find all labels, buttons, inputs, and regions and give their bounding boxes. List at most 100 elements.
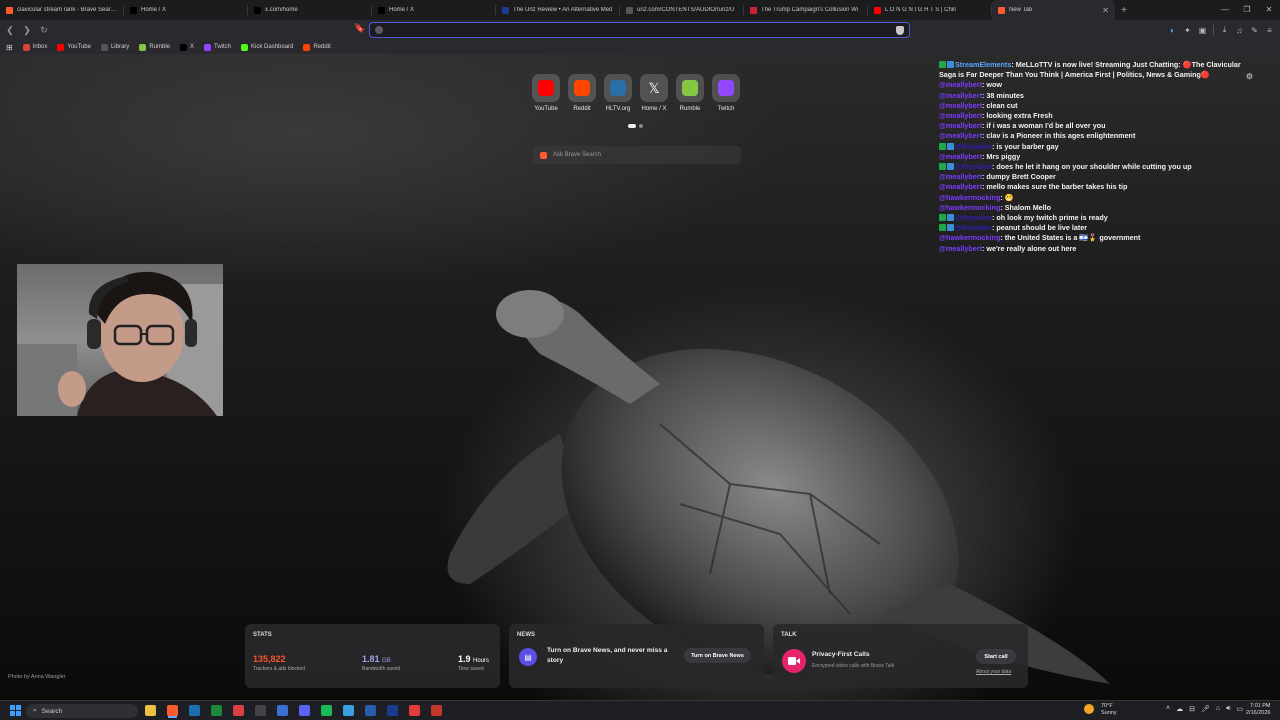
chat-message: @hawkermocking: Shalom Mello bbox=[939, 203, 1279, 213]
tab-5[interactable]: The Unz Review • An Alternative Med bbox=[496, 0, 619, 20]
apps-grid-icon[interactable]: ⊞ bbox=[6, 43, 13, 52]
chat-text: looking extra Fresh bbox=[986, 111, 1053, 121]
back-icon[interactable]: ❮ bbox=[3, 25, 17, 36]
bandwidth-label: Bandwidth saved bbox=[362, 666, 401, 672]
bookmark-twitch[interactable]: Twitch bbox=[204, 43, 231, 51]
window-controls: — ❐ ✕ bbox=[1214, 0, 1280, 20]
brave-search-box[interactable]: Ask Brave Search bbox=[533, 146, 741, 164]
tab-title: The Trump Campaign's Collusion Wi bbox=[761, 7, 859, 13]
tray-chevron-icon[interactable]: ˄ bbox=[1166, 705, 1170, 713]
top-site-2[interactable]: Reddit bbox=[568, 74, 596, 112]
weather-widget[interactable]: 70°F Sunny bbox=[1084, 703, 1117, 717]
chat-message: @thepalier: peanut should be live later bbox=[939, 223, 1279, 233]
wallet-icon[interactable]: ◐ bbox=[1168, 26, 1177, 35]
steam-icon[interactable] bbox=[189, 705, 200, 716]
file-explorer-icon[interactable] bbox=[145, 705, 156, 716]
chat-badge-icon bbox=[939, 61, 946, 68]
tab-4[interactable]: Home / X bbox=[372, 0, 495, 20]
menu-icon[interactable]: ≡ bbox=[1265, 26, 1274, 35]
bookmark-youtube[interactable]: YouTube bbox=[57, 43, 91, 51]
app4-icon[interactable] bbox=[365, 705, 376, 716]
brave-icon[interactable] bbox=[167, 705, 178, 716]
bookmark-rumble[interactable]: Rumble bbox=[139, 43, 170, 51]
volume-icon[interactable]: 🔊︎ bbox=[1226, 705, 1230, 713]
tab-8[interactable]: L O N G N I G H T S | Chill bbox=[868, 0, 991, 20]
app2-icon[interactable] bbox=[277, 705, 288, 716]
brave-shields-icon[interactable] bbox=[896, 25, 904, 35]
brave-icon bbox=[998, 6, 1005, 14]
windows-start-icon[interactable] bbox=[10, 705, 21, 716]
spotify-icon[interactable] bbox=[321, 705, 332, 716]
pager-dot-active[interactable] bbox=[628, 124, 636, 128]
obs-icon[interactable] bbox=[255, 705, 266, 716]
tab-6[interactable]: unz.com/CONTENTS/AUDIO/runz/U bbox=[620, 0, 743, 20]
bookmark-favicon-icon bbox=[303, 43, 311, 51]
top-site-5[interactable]: Rumble bbox=[676, 74, 704, 112]
mic-icon[interactable]: 🎤︎ bbox=[1201, 705, 1210, 713]
top-sites: YouTube Reddit HLTV.org 𝕏 Home / X Rumble Twit… bbox=[532, 74, 740, 112]
photo-credit[interactable]: Photo by Anna Wangler bbox=[8, 674, 66, 680]
chat-badge-icon bbox=[947, 214, 954, 222]
chat-username: @thepalier bbox=[955, 162, 992, 172]
reload-icon[interactable]: ↻ bbox=[37, 25, 51, 36]
taskbar-search[interactable]: ⌕ Search bbox=[26, 704, 138, 718]
top-site-1[interactable]: YouTube bbox=[532, 74, 560, 112]
bookmark-icon[interactable]: 🔖 bbox=[354, 23, 365, 34]
discord-icon[interactable] bbox=[299, 705, 310, 716]
leo-icon[interactable]: ✎ bbox=[1250, 26, 1259, 35]
network-icon[interactable]: ⌂ bbox=[1216, 705, 1220, 713]
maximize-icon[interactable]: ❐ bbox=[1236, 0, 1258, 20]
extensions-icon[interactable]: ✦ bbox=[1183, 26, 1192, 35]
chat-settings-icon[interactable]: ⚙ bbox=[1246, 72, 1253, 82]
sidebar-icon[interactable]: ▣ bbox=[1198, 26, 1207, 35]
chat-username: @meallybert bbox=[939, 131, 982, 141]
top-site-6[interactable]: Twitch bbox=[712, 74, 740, 112]
about-your-data-link[interactable]: About your data bbox=[976, 669, 1011, 675]
app-icon[interactable] bbox=[233, 705, 244, 716]
chat-badge-icon bbox=[939, 163, 946, 171]
tab-1[interactable]: clavicular stream rank - Brave Search bbox=[0, 0, 123, 20]
downloads-icon[interactable]: ⤓ bbox=[1220, 25, 1229, 35]
bookmark-reddit[interactable]: Reddit bbox=[303, 43, 331, 51]
start-call-button[interactable]: Start call bbox=[976, 649, 1016, 664]
pager-dot[interactable] bbox=[639, 124, 643, 128]
close-window-icon[interactable]: ✕ bbox=[1258, 0, 1280, 20]
bookmark-x[interactable]: X bbox=[180, 43, 194, 51]
app6-icon[interactable] bbox=[409, 705, 420, 716]
tab-7[interactable]: The Trump Campaign's Collusion Wi bbox=[744, 0, 867, 20]
bookmark-library[interactable]: Library bbox=[100, 43, 129, 51]
top-sites-pager bbox=[628, 124, 643, 128]
top-site-3[interactable]: HLTV.org bbox=[604, 74, 632, 112]
media-icon[interactable]: ♫ bbox=[1235, 26, 1244, 35]
minimize-icon[interactable]: — bbox=[1214, 0, 1236, 20]
top-site-4[interactable]: 𝕏 Home / X bbox=[640, 74, 668, 112]
bookmark-inbox[interactable]: Inbox bbox=[22, 43, 47, 51]
chat-text: MeLLoTTV is now live! Streaming Just Cha… bbox=[1015, 60, 1241, 69]
battery-icon[interactable]: ▭ bbox=[1237, 705, 1244, 713]
tab-2[interactable]: Home / X bbox=[124, 0, 247, 20]
tab-strip: clavicular stream rank - Brave Search Hom… bbox=[0, 0, 1280, 20]
clock[interactable]: 7:01 PM 2/16/2026 bbox=[1246, 703, 1270, 717]
turn-on-news-button[interactable]: Turn on Brave News bbox=[684, 648, 751, 663]
chat-text: Mrs piggy bbox=[986, 151, 1021, 161]
cloud-icon[interactable]: ☁ bbox=[1176, 705, 1183, 713]
tab-3[interactable]: x.com/home bbox=[248, 0, 371, 20]
chat-badge-icon bbox=[939, 224, 946, 232]
tab-9[interactable]: New Tab ✕ bbox=[992, 0, 1115, 20]
spreadsheet-icon[interactable] bbox=[211, 705, 222, 716]
close-tab-icon[interactable]: ✕ bbox=[1102, 6, 1109, 15]
address-bar[interactable] bbox=[369, 22, 910, 38]
chat-badge-icon bbox=[939, 214, 946, 222]
lan-icon[interactable]: ⊟ bbox=[1189, 705, 1195, 713]
youtube-icon bbox=[532, 74, 560, 102]
toolbar-actions: ◐ ✦ ▣ ⤓ ♫ ✎ ≡ bbox=[1168, 20, 1274, 40]
bookmark-kick-dashboard[interactable]: Kick Dashboard bbox=[241, 43, 293, 51]
chat-text: 38 minutes bbox=[986, 90, 1024, 100]
app7-icon[interactable] bbox=[431, 705, 442, 716]
address-input[interactable] bbox=[383, 25, 896, 35]
site-info-icon[interactable] bbox=[375, 26, 383, 34]
new-tab-icon[interactable]: + bbox=[1115, 5, 1133, 16]
app3-icon[interactable] bbox=[343, 705, 354, 716]
app5-icon[interactable] bbox=[387, 705, 398, 716]
forward-icon[interactable]: ❯ bbox=[20, 25, 34, 36]
